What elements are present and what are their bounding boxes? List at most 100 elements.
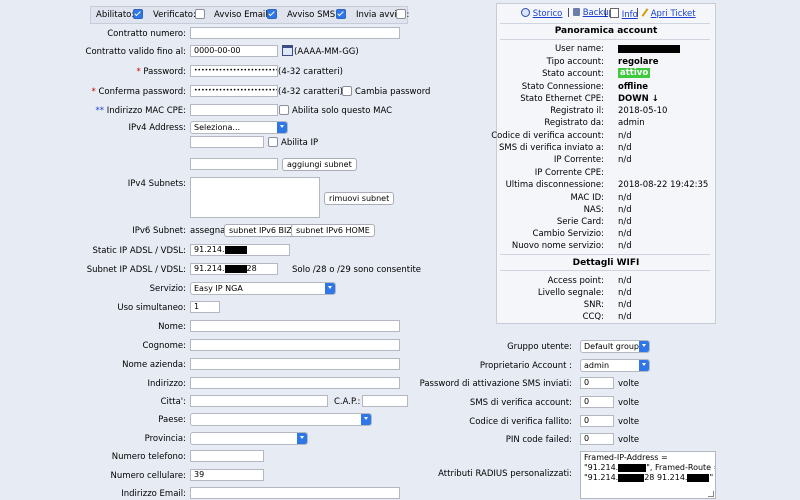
- account-label: NAS:: [583, 205, 604, 215]
- telefono-input[interactable]: [190, 450, 264, 462]
- account-label: Registrato da:: [544, 118, 604, 128]
- calendar-icon[interactable]: [282, 45, 293, 56]
- static-ip-input[interactable]: 91.214.: [190, 244, 290, 256]
- wifi-label: Livello segnale:: [537, 288, 604, 298]
- wifi-value: n/d: [618, 312, 632, 322]
- abilitato-label: Abilitato:: [96, 10, 135, 20]
- storico-label: Storico: [532, 9, 563, 19]
- apri-ticket-link[interactable]: Apri Ticket: [641, 8, 696, 19]
- chevron-down-icon: [277, 122, 287, 133]
- avviso-email-checkbox[interactable]: [267, 9, 277, 19]
- contratto-valido-input[interactable]: 0000-00-00: [190, 45, 278, 57]
- avviso-sms-label: Avviso SMS:: [287, 10, 339, 20]
- account-label: SMS di verifica inviato a:: [499, 143, 604, 153]
- nome-input[interactable]: [190, 320, 400, 332]
- radius-line: "91.214. ", Framed-Route =: [584, 463, 716, 472]
- nome-azienda-label: Nome azienda:: [122, 360, 186, 370]
- account-label: Serie Card:: [556, 217, 604, 227]
- abilita-ip-checkbox[interactable]: [268, 137, 278, 147]
- gruppo-select[interactable]: Default group: [580, 340, 650, 353]
- conferma-password-input[interactable]: ••••••••••••••••••••••••••••••: [190, 85, 278, 97]
- account-value: n/d: [618, 217, 632, 227]
- ipv6-subnet-label: IPv6 Subnet:: [132, 226, 186, 236]
- chevron-down-icon: [361, 414, 371, 425]
- provincia-select[interactable]: [190, 432, 308, 445]
- verificato-checkbox[interactable]: [195, 9, 205, 19]
- static-ip-label: Static IP ADSL / VDSL:: [92, 246, 186, 256]
- contratto-numero-label: Contratto numero:: [107, 29, 186, 39]
- mac-input[interactable]: [190, 104, 278, 116]
- chevron-down-icon: [325, 283, 335, 294]
- indirizzo-label: Indirizzo:: [147, 379, 187, 389]
- chevron-down-icon: [639, 360, 649, 371]
- codice-fallito-label: Codice di verifica fallito:: [469, 417, 572, 427]
- avviso-email-label: Avviso Email:: [214, 10, 271, 20]
- storico-link[interactable]: Storico: [521, 8, 562, 19]
- assegna-label: assegna: [190, 226, 226, 236]
- codice-fallito-input[interactable]: 0: [580, 415, 614, 427]
- avviso-sms-checkbox[interactable]: [336, 9, 346, 19]
- rimuovi-subnet-button[interactable]: rimuovi subnet: [324, 192, 395, 205]
- abilitato-checkbox[interactable]: [133, 9, 143, 19]
- subnet-ipv6-biz-button[interactable]: subnet IPv6 BIZ: [224, 224, 297, 237]
- gruppo-selected: Default group: [584, 342, 640, 351]
- account-value: n/d: [618, 143, 632, 153]
- cap-input[interactable]: [362, 395, 408, 407]
- invia-avviso-checkbox[interactable]: [396, 9, 406, 19]
- radius-textarea[interactable]: Framed-IP-Address = "91.214. ", Framed-Ro…: [580, 451, 716, 499]
- status-badge: attivo: [618, 68, 651, 78]
- cap-label: C.A.P.:: [334, 397, 361, 407]
- citta-input[interactable]: [190, 395, 328, 407]
- uso-simultaneo-input[interactable]: 1: [190, 301, 220, 313]
- password-input[interactable]: ••••••••••••••••••••••••••••••: [190, 65, 278, 77]
- radius-label: Attributi RADIUS personalizzati:: [438, 469, 572, 479]
- citta-label: Citta':: [160, 397, 186, 407]
- indirizzo-input[interactable]: [190, 377, 400, 389]
- paese-select[interactable]: [190, 413, 372, 426]
- pwd-sms-label: Password di attivazione SMS inviati:: [419, 379, 572, 389]
- pin-failed-input[interactable]: 0: [580, 433, 614, 445]
- ipv4-address-select[interactable]: Seleziona...: [190, 121, 288, 134]
- contratto-numero-input[interactable]: [190, 27, 400, 39]
- account-label: User name:: [554, 44, 604, 54]
- account-value: n/d: [618, 241, 632, 251]
- pwd-sms-input[interactable]: 0: [580, 377, 614, 389]
- cambia-password-checkbox[interactable]: [342, 86, 352, 96]
- wifi-label: Access point:: [547, 276, 604, 286]
- account-value: n/d: [618, 131, 632, 141]
- subnet-ipv6-home-button[interactable]: subnet IPv6 HOME: [291, 224, 375, 237]
- pin-failed-unit: volte: [618, 435, 640, 445]
- sms-verifica-input[interactable]: 0: [580, 396, 614, 408]
- chevron-down-icon: [639, 341, 649, 352]
- backup-link[interactable]: Backup: [573, 8, 614, 18]
- resize-handle-icon[interactable]: [708, 491, 714, 497]
- abilita-ip-label: Abilita IP: [281, 138, 319, 148]
- ipv4-address-input[interactable]: [190, 136, 264, 148]
- nome-azienda-input[interactable]: [190, 358, 400, 370]
- cognome-input[interactable]: [190, 339, 400, 351]
- subnet-ip-hint: Solo /28 o /29 sono consentite: [292, 265, 422, 275]
- ipv4-subnets-list[interactable]: [190, 177, 320, 218]
- aggiungi-subnet-button[interactable]: aggiungi subnet: [282, 158, 357, 171]
- sms-verifica-label: SMS di verifica account:: [469, 398, 572, 408]
- wifi-label: CCQ:: [582, 312, 604, 322]
- ipv4-subnets-label: IPv4 Subnets:: [127, 179, 186, 189]
- nome-label: Nome:: [158, 322, 186, 332]
- email-input[interactable]: [190, 487, 400, 499]
- ipv4-subnet-input[interactable]: [190, 158, 278, 170]
- proprietario-select[interactable]: admin: [580, 359, 650, 372]
- servizio-select[interactable]: Easy IP NGA: [190, 282, 336, 295]
- cellulare-input[interactable]: 39: [190, 469, 264, 481]
- mac-label: ** Indirizzo MAC CPE:: [96, 106, 186, 116]
- servizio-label: Servizio:: [149, 284, 186, 294]
- subnet-ip-input[interactable]: 91.214. 28: [190, 263, 278, 275]
- password-hint: (4-32 caratteri): [278, 67, 343, 77]
- abilita-mac-checkbox[interactable]: [279, 105, 289, 115]
- password-label-text: Password:: [143, 67, 186, 77]
- account-label: Ultima disconnessione:: [505, 180, 604, 190]
- redacted-block: [224, 264, 247, 273]
- servizio-selected: Easy IP NGA: [194, 284, 243, 293]
- info-link[interactable]: Info: [610, 8, 638, 20]
- abilita-mac-label: Abilita solo questo MAC: [292, 106, 393, 116]
- proprietario-label: Proprietario Account :: [479, 361, 572, 371]
